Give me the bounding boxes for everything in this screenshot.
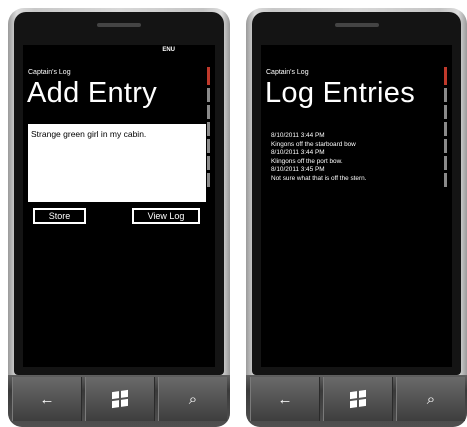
page-title: Log Entries [265, 77, 415, 109]
windows-logo-icon [350, 389, 366, 409]
list-item: Klingons off the port bow. [271, 157, 343, 165]
phone-bezel: Captain's Log Log Entries 8/10/2011 3:44… [252, 12, 461, 375]
store-button[interactable]: Store [33, 208, 86, 224]
side-overlay-strip [444, 67, 450, 237]
hardware-button-bar: ← ⌕ [246, 375, 467, 427]
add-entry-screen: ENU Captain's Log Add Entry Strange gree… [23, 45, 215, 367]
side-overlay-strip [207, 67, 213, 237]
entry-textbox[interactable]: Strange green girl in my cabin. [28, 124, 206, 202]
phone-add-entry: ENU Captain's Log Add Entry Strange gree… [8, 8, 230, 427]
list-item: 8/10/2011 3:44 PM [271, 149, 325, 156]
app-title: Captain's Log [266, 69, 309, 76]
app-title: Captain's Log [28, 69, 71, 76]
speaker-grille [97, 23, 141, 27]
view-log-button[interactable]: View Log [132, 208, 200, 224]
search-button[interactable]: ⌕ [396, 377, 465, 421]
page-title: Add Entry [27, 77, 158, 109]
back-arrow-icon: ← [39, 390, 55, 408]
list-item: Kingons off the starboard bow [271, 140, 356, 148]
back-arrow-icon: ← [277, 390, 293, 408]
log-entries-screen: Captain's Log Log Entries 8/10/2011 3:44… [261, 45, 452, 367]
list-item: 8/10/2011 3:45 PM [271, 166, 325, 173]
windows-logo-icon [112, 389, 128, 409]
back-button[interactable]: ← [250, 377, 320, 421]
phone-log-entries: Captain's Log Log Entries 8/10/2011 3:44… [246, 8, 467, 427]
speaker-grille [334, 23, 379, 27]
log-entries-list: 8/10/2011 3:44 PM Kingons off the starbo… [271, 132, 366, 183]
search-button[interactable]: ⌕ [158, 377, 227, 421]
list-item: Not sure what that is off the stern. [271, 174, 367, 182]
back-button[interactable]: ← [12, 377, 82, 421]
phone-bezel: ENU Captain's Log Add Entry Strange gree… [14, 12, 224, 375]
start-button[interactable] [85, 377, 155, 421]
hardware-button-bar: ← ⌕ [8, 375, 230, 427]
search-icon: ⌕ [188, 390, 198, 408]
list-item: 8/10/2011 3:44 PM [271, 132, 325, 139]
search-icon: ⌕ [426, 390, 436, 408]
status-language: ENU [162, 47, 175, 53]
start-button[interactable] [323, 377, 393, 421]
